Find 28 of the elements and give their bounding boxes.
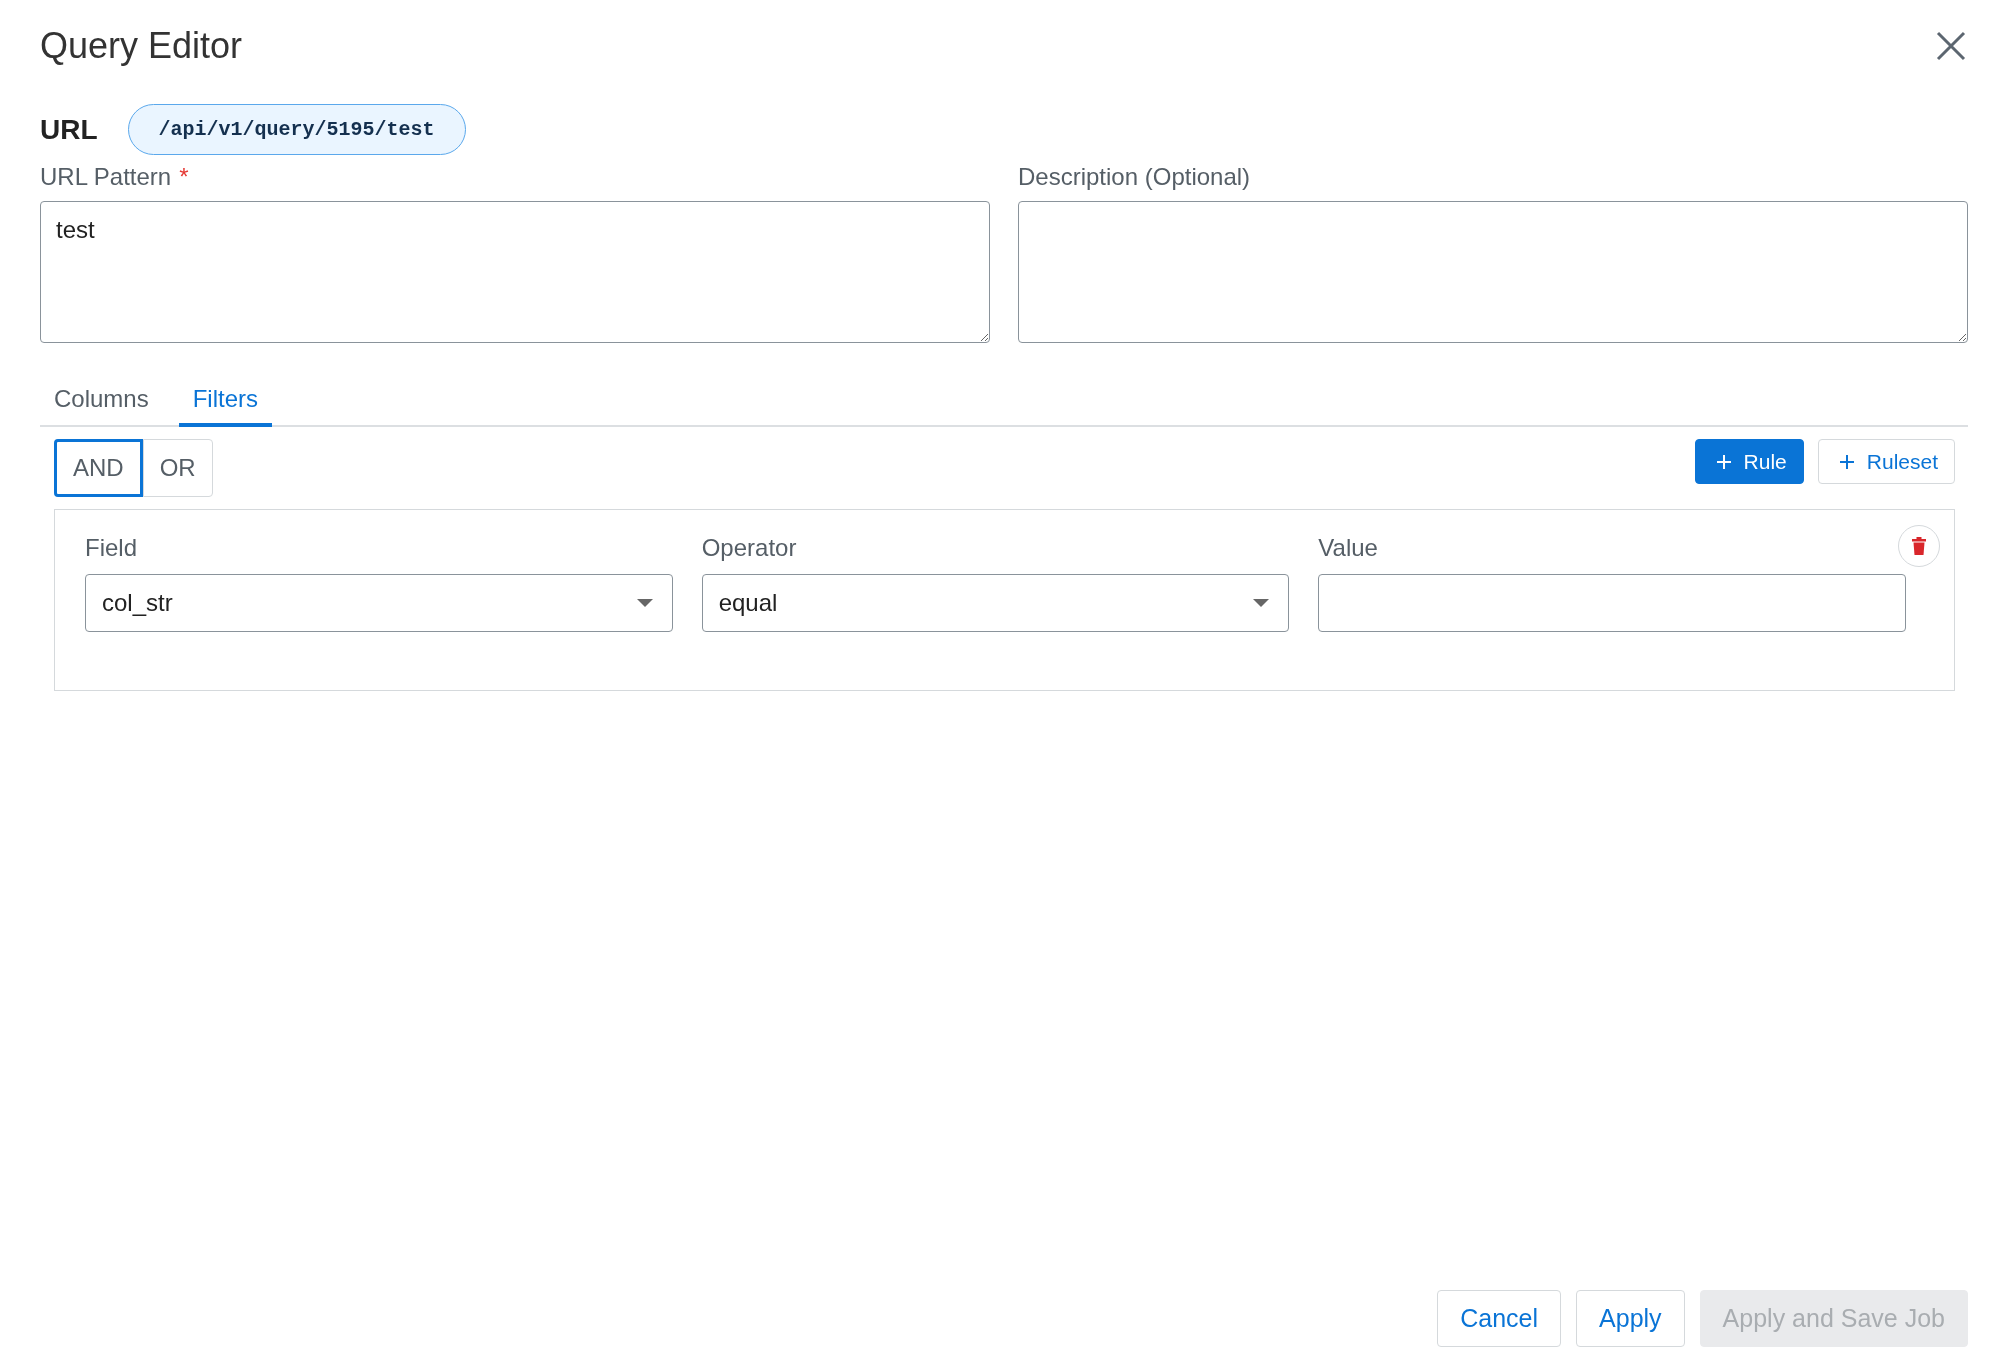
url-label: URL	[40, 113, 98, 146]
plus-icon	[1715, 453, 1732, 470]
caret-icon	[1252, 598, 1271, 608]
plus-icon	[1838, 453, 1855, 470]
toggle-button[interactable]: OR	[142, 439, 213, 497]
field-label: URL Pattern	[40, 163, 172, 191]
delete-button[interactable]	[1898, 525, 1940, 567]
tab[interactable]: Columns	[40, 379, 163, 427]
field-label: Description (Optional)	[1018, 163, 1251, 191]
field-label: Operator	[701, 534, 798, 562]
url-path: /api/v1/query/5195/test	[127, 104, 466, 155]
tab[interactable]: Filters	[178, 379, 273, 427]
text-area[interactable]: test	[40, 201, 990, 343]
input-field[interactable]	[1318, 574, 1906, 632]
footer-button[interactable]: Apply	[1576, 1290, 1685, 1347]
field-label: Field	[85, 534, 139, 562]
add-button[interactable]: Rule	[1694, 439, 1804, 484]
toggle-button[interactable]: AND	[54, 439, 143, 497]
dialog-title: Query Editor	[40, 25, 243, 67]
dropdown[interactable]: col_str	[85, 574, 673, 632]
trash-icon	[1912, 537, 1926, 555]
caret-icon	[635, 598, 654, 608]
required-mark: *	[179, 163, 189, 191]
field-label: Value	[1318, 534, 1379, 562]
close-icon[interactable]	[1936, 31, 1966, 61]
add-button[interactable]: Ruleset	[1817, 439, 1955, 484]
dropdown[interactable]: equal	[701, 574, 1290, 632]
footer-button[interactable]: Cancel	[1437, 1290, 1562, 1347]
